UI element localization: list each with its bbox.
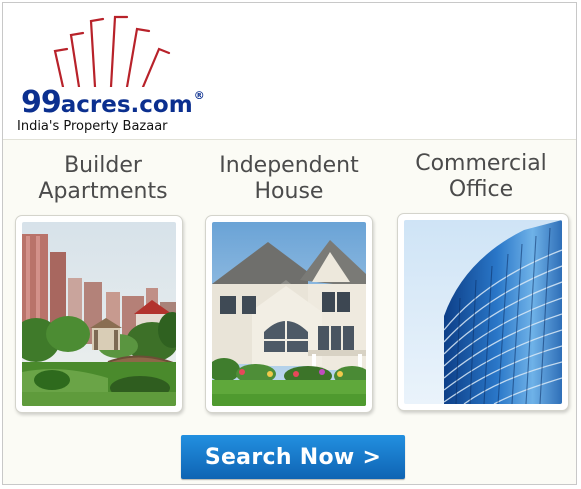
brand-tagline: India's Property Bazaar — [17, 119, 168, 134]
category-title-line2[interactable]: Office — [391, 177, 571, 203]
category-title-line2[interactable]: Apartments — [13, 179, 193, 205]
rays-logo-icon — [53, 15, 171, 87]
brand-logo[interactable]: 99acres.com® India's Property Bazaar — [13, 13, 213, 134]
search-now-button[interactable]: Search Now > — [181, 435, 405, 479]
brand-number: 99 — [21, 85, 62, 120]
brand-name: 99acres.com® — [21, 85, 205, 120]
category-title-line1[interactable]: Commercial — [391, 151, 571, 177]
brand-word: acres.com — [60, 92, 193, 118]
category-title-line1[interactable]: Builder — [13, 153, 193, 179]
registered-mark: ® — [193, 89, 205, 102]
ad-banner[interactable]: 99acres.com® India's Property Bazaar Bui… — [2, 2, 577, 485]
category-card[interactable] — [205, 215, 373, 413]
category-card[interactable] — [15, 215, 183, 413]
category-title-line1[interactable]: Independent — [199, 153, 379, 179]
category-title-line2[interactable]: House — [199, 179, 379, 205]
header-divider — [3, 139, 576, 140]
office-tower-image[interactable] — [404, 220, 562, 404]
category-card[interactable] — [397, 213, 569, 411]
apartment-complex-image[interactable] — [22, 222, 176, 406]
header: 99acres.com® India's Property Bazaar — [3, 3, 576, 140]
independent-house-image[interactable] — [212, 222, 366, 406]
